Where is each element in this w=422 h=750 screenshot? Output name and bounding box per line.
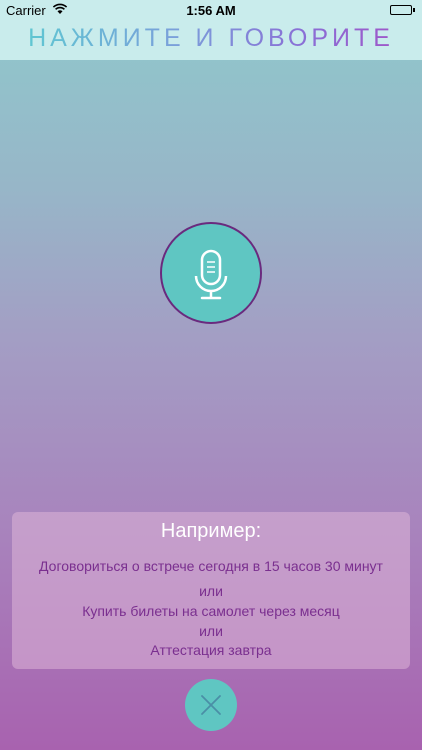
example-item-2: Купить билеты на самолет через месяц xyxy=(82,603,340,619)
examples-panel: Например: Договориться о встрече сегодня… xyxy=(12,512,410,669)
close-button[interactable] xyxy=(185,679,237,731)
example-item-1: Договориться о встрече сегодня в 15 часо… xyxy=(39,558,383,574)
microphone-icon xyxy=(194,249,228,300)
status-bar: Carrier 1:56 AM xyxy=(0,0,422,22)
header: НАЖМИТЕ И ГОВОРИТЕ xyxy=(0,22,422,60)
microphone-button[interactable] xyxy=(160,222,262,324)
example-separator-1: или xyxy=(199,583,223,599)
status-time: 1:56 AM xyxy=(186,3,236,18)
close-icon xyxy=(201,695,221,715)
example-item-3: Аттестация завтра xyxy=(150,642,272,658)
battery-icon xyxy=(390,5,415,15)
example-separator-2: или xyxy=(199,623,223,639)
examples-title: Например: xyxy=(160,520,262,542)
page-title: НАЖМИТЕ И ГОВОРИТЕ xyxy=(28,24,394,52)
